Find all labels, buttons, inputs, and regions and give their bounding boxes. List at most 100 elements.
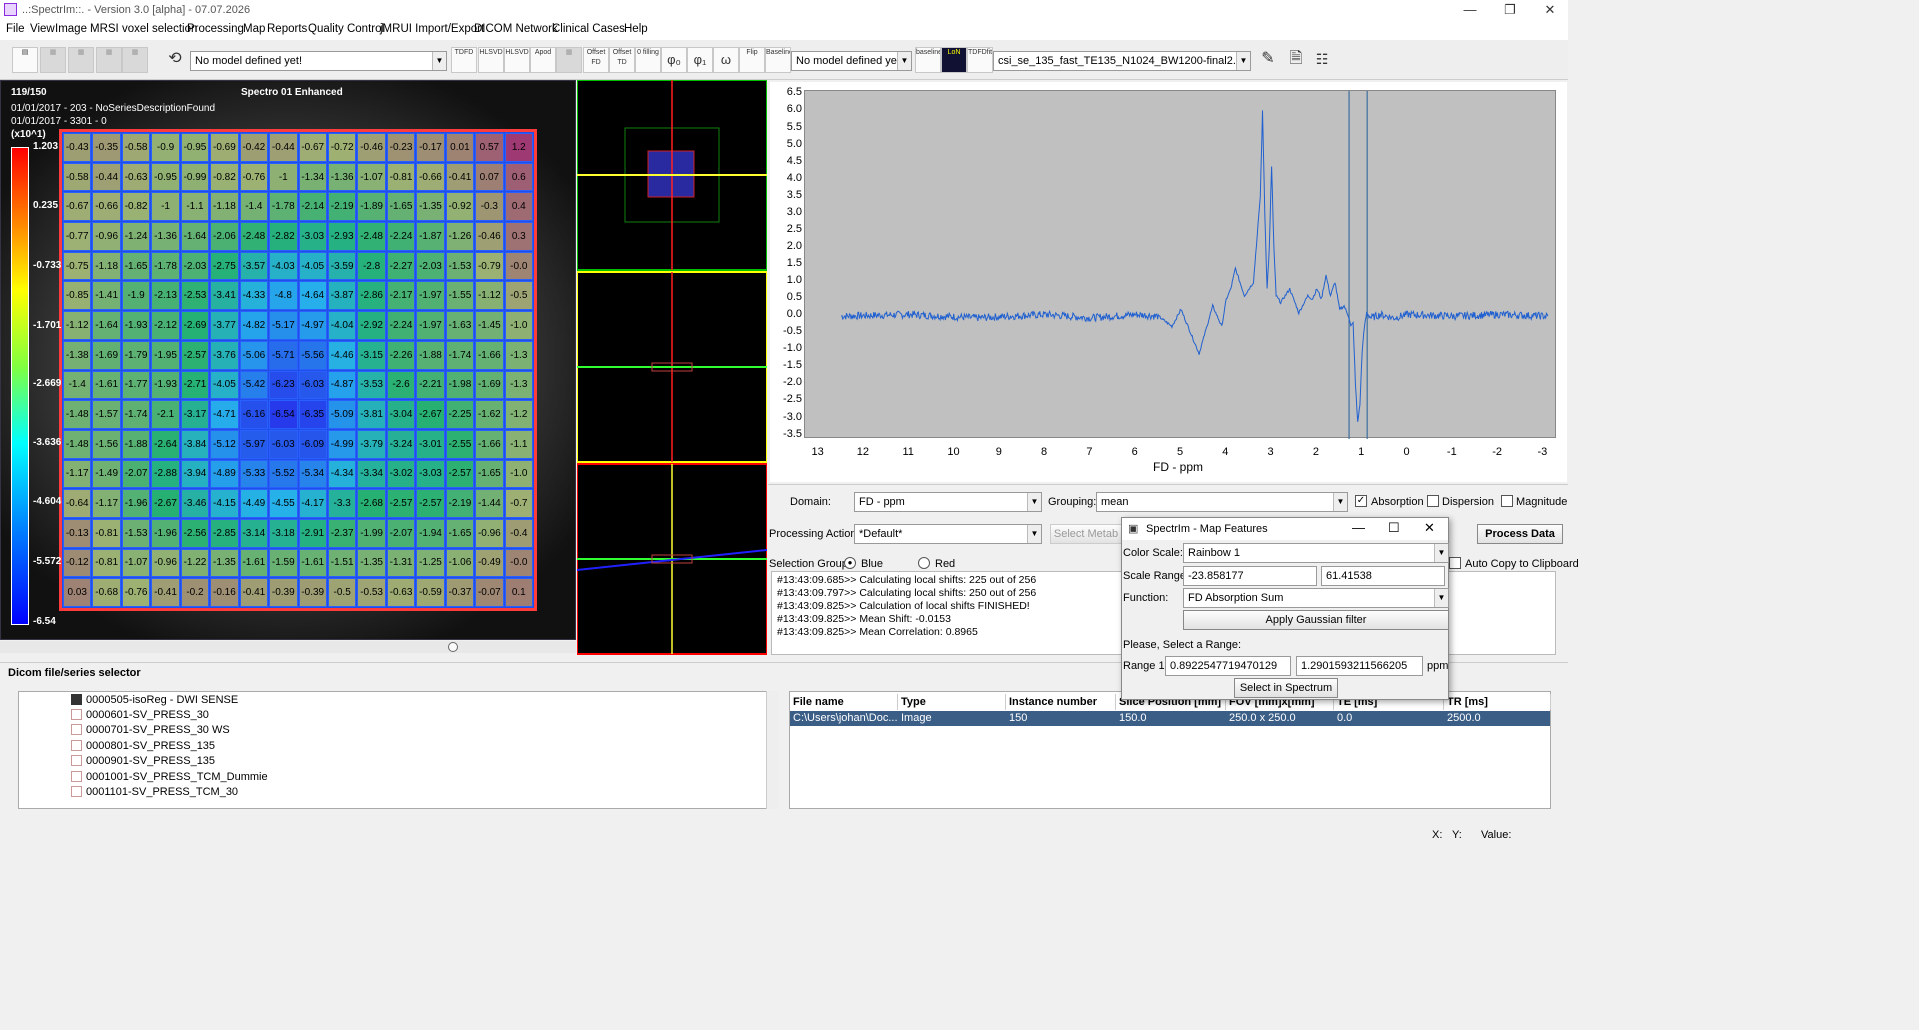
voxel-cell[interactable]: -2.07 [386, 518, 416, 548]
voxel-cell[interactable]: -0.46 [475, 222, 504, 251]
tree-item[interactable]: 0000601-SV_PRESS_30 [71, 709, 209, 724]
voxel-cell[interactable]: -3.84 [180, 429, 210, 459]
voxel-cell[interactable]: -1.12 [475, 281, 504, 311]
voxel-cell[interactable]: -2.86 [357, 281, 386, 311]
voxel-cell[interactable]: -1.96 [151, 518, 180, 548]
menu-image[interactable]: Image [55, 23, 87, 35]
slider-handle[interactable] [448, 642, 458, 652]
voxel-cell[interactable]: -0.5 [327, 578, 357, 607]
voxel-cell[interactable]: -2.82 [269, 222, 298, 251]
voxel-cell[interactable]: -2.75 [210, 251, 239, 281]
voxel-cell[interactable]: -1.69 [92, 340, 121, 370]
menu-processing[interactable]: Processing [187, 23, 244, 35]
voxel-cell[interactable]: -2.8 [357, 251, 386, 281]
menu-clinical-cases[interactable]: Clinical Cases [552, 23, 625, 35]
voxel-cell[interactable]: -1.12 [63, 311, 92, 340]
voxel-cell[interactable]: -5.97 [239, 429, 269, 459]
voxel-cell[interactable]: -3.57 [239, 251, 269, 281]
dispersion-checkbox[interactable] [1427, 495, 1439, 507]
offset-fd-button[interactable]: Offset FD [583, 47, 609, 73]
voxel-cell[interactable]: -2.03 [416, 251, 445, 281]
red-radio[interactable] [918, 557, 930, 569]
absorption-checkbox[interactable]: ✓ [1355, 495, 1367, 507]
voxel-cell[interactable]: -1.88 [121, 429, 151, 459]
apply-gaussian-button[interactable]: Apply Gaussian filter [1183, 610, 1449, 630]
voxel-cell[interactable]: -0.81 [92, 518, 121, 548]
voxel-cell[interactable]: -4.82 [239, 311, 269, 340]
menu-quality-control[interactable]: Quality Control [308, 23, 384, 35]
voxel-cell[interactable]: -5.33 [239, 459, 269, 489]
voxel-cell[interactable]: -4.04 [327, 311, 357, 340]
voxel-cell[interactable]: -1.35 [416, 192, 445, 222]
voxel-cell[interactable]: -3.34 [357, 459, 386, 489]
voxel-cell[interactable]: -2.64 [151, 429, 180, 459]
voxel-cell[interactable]: -1.0 [504, 311, 533, 340]
voxel-cell[interactable]: -4.97 [298, 311, 327, 340]
voxel-cell[interactable]: -3.18 [269, 518, 298, 548]
voxel-cell[interactable]: -5.06 [239, 340, 269, 370]
voxel-cell[interactable]: -1.22 [180, 548, 210, 578]
voxel-cell[interactable]: -1.94 [416, 518, 445, 548]
voxel-cell[interactable]: -1.35 [357, 548, 386, 578]
voxel-cell[interactable]: -1.48 [63, 429, 92, 459]
voxel-cell[interactable]: -1.9 [121, 281, 151, 311]
voxel-cell[interactable]: -2.6 [386, 370, 416, 400]
voxel-cell[interactable]: -6.03 [269, 429, 298, 459]
voxel-cell[interactable]: -0.42 [239, 133, 269, 162]
voxel-cell[interactable]: -0.58 [121, 133, 151, 162]
voxel-cell[interactable]: -0.17 [416, 133, 445, 162]
voxel-cell[interactable]: 0.57 [475, 133, 504, 162]
voxel-cell[interactable]: -0.16 [210, 578, 239, 607]
voxel-cell[interactable]: -1.2 [504, 400, 533, 429]
menu-file[interactable]: File [6, 23, 25, 35]
voxel-cell[interactable]: -1.1 [504, 429, 533, 459]
menu-reports[interactable]: Reports [267, 23, 307, 35]
range-from-input[interactable]: 0.8922547719470129 [1165, 656, 1291, 676]
voxel-cell[interactable]: -4.05 [298, 251, 327, 281]
voxel-cell[interactable]: -0.43 [63, 133, 92, 162]
color-scale-select[interactable]: Rainbow 1 ▼ [1183, 543, 1449, 563]
voxel-cell[interactable]: -1.97 [416, 311, 445, 340]
voxel-cell[interactable]: -1.51 [327, 548, 357, 578]
voxel-cell[interactable]: -2.14 [298, 192, 327, 222]
voxel-cell[interactable]: -2.1 [151, 400, 180, 429]
voxel-cell[interactable]: -2.03 [180, 251, 210, 281]
voxel-cell[interactable]: -0.35 [92, 133, 121, 162]
voxel-cell[interactable]: -0.0 [504, 548, 533, 578]
voxel-cell[interactable]: -6.54 [269, 400, 298, 429]
voxel-cell[interactable]: -1.55 [445, 281, 475, 311]
voxel-cell[interactable]: -0.81 [92, 548, 121, 578]
voxel-cell[interactable]: -1.3 [504, 340, 533, 370]
voxel-cell[interactable]: -1.65 [445, 518, 475, 548]
voxel-cell[interactable]: -3.03 [416, 459, 445, 489]
voxel-cell[interactable]: -3.81 [357, 400, 386, 429]
voxel-cell[interactable]: -0.75 [63, 251, 92, 281]
voxel-cell[interactable]: -1.66 [475, 340, 504, 370]
voxel-cell[interactable]: -5.52 [269, 459, 298, 489]
file-combo[interactable]: csi_se_135_fast_TE135_N1024_BW1200-final… [993, 51, 1251, 71]
voxel-cell[interactable]: -1.3 [504, 370, 533, 400]
voxel-cell[interactable]: -3.04 [386, 400, 416, 429]
voxel-cell[interactable]: -0.49 [475, 548, 504, 578]
voxel-cell[interactable]: -1.59 [269, 548, 298, 578]
close-button[interactable]: ✕ [1527, 0, 1573, 20]
voxel-cell[interactable]: -2.88 [151, 459, 180, 489]
voxel-cell[interactable]: -4.89 [210, 459, 239, 489]
dialog-minimize-icon[interactable]: — [1352, 520, 1365, 535]
omega-icon[interactable]: ω [713, 47, 739, 73]
voxel-cell[interactable]: -1.65 [475, 459, 504, 489]
voxel-cell[interactable]: -0.66 [92, 192, 121, 222]
voxel-cell[interactable]: -1.57 [92, 400, 121, 429]
voxel-cell[interactable]: -3.41 [210, 281, 239, 311]
voxel-cell[interactable]: -0.44 [269, 133, 298, 162]
voxel-cell[interactable]: -4.8 [269, 281, 298, 311]
voxel-cell[interactable]: -1.61 [239, 548, 269, 578]
voxel-cell[interactable]: -2.19 [445, 489, 475, 518]
menu-dicom-network[interactable]: DICOM Network [474, 23, 558, 35]
voxel-cell[interactable]: -1.49 [92, 459, 121, 489]
voxel-cell[interactable]: -1.56 [92, 429, 121, 459]
voxel-cell[interactable]: -1.74 [121, 400, 151, 429]
voxel-cell[interactable]: -1.44 [475, 489, 504, 518]
refresh-icon[interactable]: ⟲ [162, 47, 188, 73]
voxel-cell[interactable]: -1.36 [327, 162, 357, 192]
